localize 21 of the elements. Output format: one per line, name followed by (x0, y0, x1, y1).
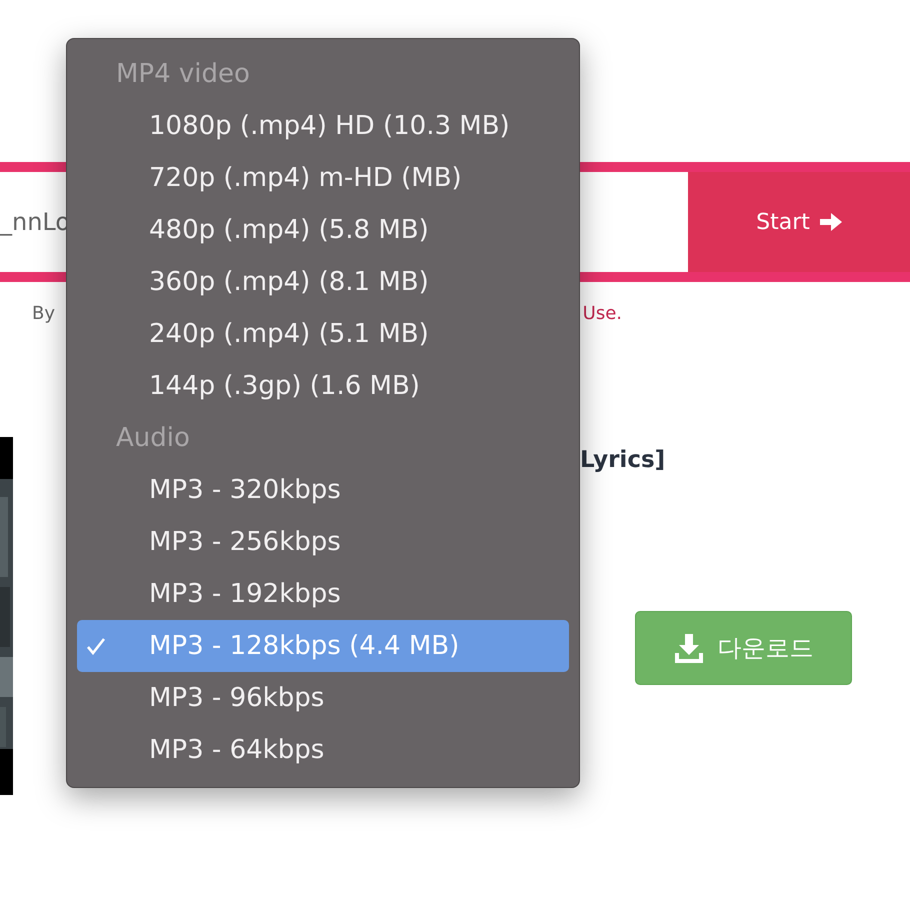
checkmark-icon (86, 637, 106, 655)
menu-group-header: MP4 video (115, 58, 251, 91)
option-label[interactable]: 240p (.mp4) (5.1 MB) (149, 314, 429, 354)
download-icon (674, 633, 704, 663)
option-label[interactable]: 480p (.mp4) (5.8 MB) (149, 210, 429, 250)
menu-group-header: Audio (115, 422, 191, 455)
option-label[interactable]: 720p (.mp4) m-HD (MB) (149, 158, 462, 198)
option-label[interactable]: 360p (.mp4) (8.1 MB) (149, 262, 429, 302)
option-label[interactable]: 144p (.3gp) (1.6 MB) (149, 366, 420, 406)
option-label[interactable]: MP3 - 96kbps (149, 678, 324, 718)
arrow-right-icon (820, 212, 842, 232)
terms-link[interactable]: Use. (582, 300, 622, 437)
option-label[interactable]: MP3 - 64kbps (149, 730, 324, 770)
terms-text: By (32, 302, 56, 326)
option-label[interactable]: MP3 - 320kbps (149, 470, 341, 510)
option-label[interactable]: MP3 - 192kbps (149, 574, 341, 614)
menu-option[interactable]: MP3 - 128kbps (4.4 MB) (77, 620, 569, 672)
start-button[interactable]: Start (688, 172, 910, 272)
option-label[interactable]: 1080p (.mp4) HD (10.3 MB) (149, 106, 510, 146)
video-title: Lyrics] (580, 446, 666, 475)
option-label[interactable]: MP3 - 256kbps (149, 522, 341, 562)
